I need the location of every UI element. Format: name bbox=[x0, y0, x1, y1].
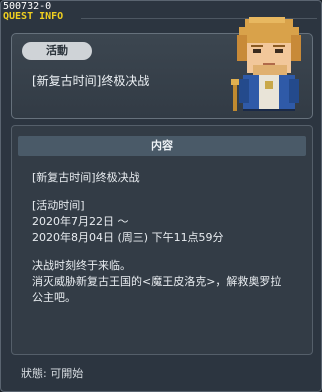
content-title: [新复古时间]终极决战 bbox=[32, 171, 140, 184]
npc-portrait-icon bbox=[231, 17, 301, 111]
quest-name: [新复古时间]终极决战 bbox=[32, 74, 150, 88]
event-badge: 活動 bbox=[22, 42, 92, 60]
description-line-1: 决战时刻终于来临。 bbox=[32, 259, 131, 272]
event-end-date: 2020年8月04日 (周三) 下午11点59分 bbox=[32, 231, 224, 244]
window-title: QUEST INFO bbox=[3, 11, 64, 22]
description-line-3: 公主吧。 bbox=[32, 291, 76, 304]
content-panel: 内容 [新复古时间]终极决战 [活动时间] 2020年7月22日 ～ 2020年… bbox=[11, 125, 313, 355]
content-body: [新复古时间]终极决战 [活动时间] 2020年7月22日 ～ 2020年8月0… bbox=[32, 170, 302, 306]
event-start-date: 2020年7月22日 ～ bbox=[32, 215, 129, 228]
description-line-2: 消灭威胁新复古王国的<魔王皮洛克>，解救奥罗拉 bbox=[32, 275, 282, 288]
quest-info-window: 500732-0 QUEST INFO 活動 [新复古时间]终极决战 内容 [新… bbox=[0, 0, 322, 392]
content-header: 内容 bbox=[18, 136, 306, 156]
quest-status: 狀態: 可開始 bbox=[21, 367, 84, 380]
event-time-label: [活动时间] bbox=[32, 199, 85, 212]
